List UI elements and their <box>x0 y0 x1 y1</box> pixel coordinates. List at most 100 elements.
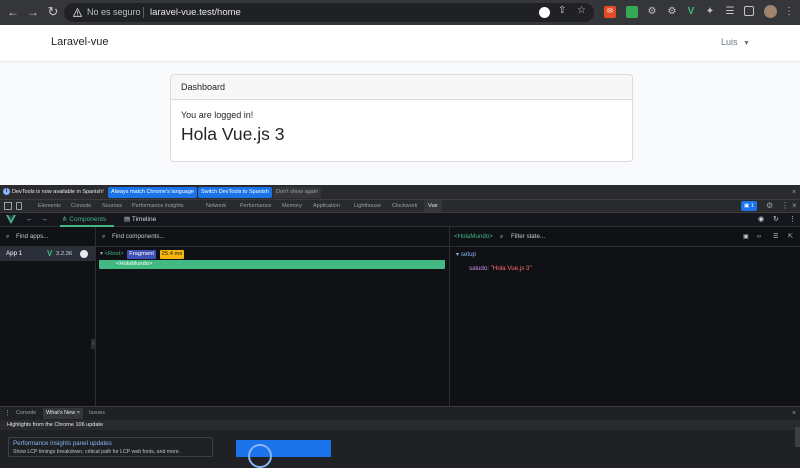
bookmark-star-icon[interactable]: ☆ <box>577 5 586 16</box>
close-tab-icon[interactable]: × <box>77 410 80 416</box>
screenshot-icon[interactable]: ▣ <box>743 227 749 247</box>
tab-sources[interactable]: Sources <box>102 200 122 212</box>
user-name: Luis <box>721 37 738 47</box>
language-infobar: i DevTools is now available in Spanish! … <box>0 185 800 200</box>
drawer-tab-console[interactable]: Console <box>16 408 36 419</box>
gear-extension-2-icon[interactable]: ⚙ <box>666 6 678 18</box>
navbar: Laravel-vue Luis ▼ <box>0 25 800 61</box>
user-dropdown[interactable]: Luis ▼ <box>721 25 750 61</box>
tab-lighthouse[interactable]: Lighthouse <box>354 200 381 212</box>
more-vert-icon[interactable]: ⋮ <box>789 213 796 227</box>
close-devtools-icon[interactable]: × <box>792 200 797 212</box>
drawer-tab-issues[interactable]: Issues <box>89 408 105 419</box>
root-label-wrap: <Root> <box>104 251 124 257</box>
issues-icon: ▣ <box>744 203 750 209</box>
app-settings-icon[interactable] <box>80 250 88 258</box>
whats-new-card[interactable]: Performance insights panel updates Show … <box>8 437 213 457</box>
device-toolbar-icon[interactable] <box>16 202 22 210</box>
target-icon[interactable]: ◉ <box>758 213 764 227</box>
whats-new-thumbnail <box>236 440 331 468</box>
devtools-tab-bar: Elements Console Sources Performance ins… <box>0 200 800 213</box>
code-icon[interactable]: ‹› <box>757 227 761 247</box>
address-bar[interactable]: No es seguro laravel-vue.test/home ⇪ ☆ <box>64 3 594 22</box>
settings-gear-icon[interactable]: ⚙ <box>766 200 773 212</box>
vue-devtools-icon[interactable]: V <box>685 6 697 18</box>
filter-state-input[interactable]: Filter state... <box>511 227 545 247</box>
menu-icon[interactable]: ⋮ <box>783 6 795 18</box>
switch-language-button[interactable]: Switch DevTools to Spanish <box>198 187 272 198</box>
divider <box>143 7 144 18</box>
share-icon[interactable]: ⇪ <box>558 5 566 16</box>
state-section[interactable]: ▾ setup <box>456 250 476 259</box>
components-tab-label: Components <box>69 216 107 223</box>
tab-memory[interactable]: Memory <box>282 200 302 212</box>
info-icon: i <box>3 188 10 195</box>
puzzle-icon[interactable]: ✦ <box>704 6 716 18</box>
tab-clockwork[interactable]: Clockwork <box>392 200 417 212</box>
collapse-handle-icon[interactable]: ‹ <box>91 339 96 349</box>
tab-vue[interactable]: Vue <box>424 200 442 212</box>
reload-icon[interactable]: ↻ <box>45 4 61 20</box>
devtools-panel: i DevTools is now available in Spanish! … <box>0 185 800 468</box>
drawer-scrollbar[interactable] <box>795 427 800 447</box>
reading-list-icon[interactable]: ☰ <box>724 6 736 18</box>
arrow-right-icon[interactable]: → <box>41 213 48 227</box>
card-link[interactable]: Performance insights panel updates <box>13 440 112 447</box>
state-entry[interactable]: saludo: "Hola Vue.js 3" <box>469 264 532 273</box>
column-divider[interactable] <box>449 227 450 406</box>
root-node[interactable]: ▾ <Root> Fragment 25.4 ms <box>100 250 185 259</box>
close-icon[interactable]: × <box>792 185 796 200</box>
tab-performance[interactable]: Performance <box>240 200 272 212</box>
thumbnail-circle <box>248 444 272 468</box>
infobar-message: DevTools is now available in Spanish! <box>12 189 104 195</box>
find-apps-row[interactable]: ⌕ Find apps... <box>0 227 95 247</box>
timeline-tab-label: Timeline <box>131 216 157 223</box>
tab-elements[interactable]: Elements <box>38 200 61 212</box>
more-options-icon[interactable]: ⋮ <box>781 200 789 212</box>
card-header: Dashboard <box>171 75 632 100</box>
tab-application[interactable]: Application <box>313 200 340 212</box>
page-viewport: Laravel-vue Luis ▼ Dashboard You are log… <box>0 25 800 185</box>
arrow-left-icon[interactable]: ← <box>26 213 33 227</box>
find-components-input[interactable]: Find components... <box>112 227 165 247</box>
profile-avatar[interactable] <box>764 5 777 18</box>
forward-icon[interactable]: → <box>25 4 41 20</box>
issues-badge[interactable]: ▣ 1 <box>741 201 757 211</box>
drawer-tab-whats-new[interactable]: What's New × <box>43 408 83 419</box>
navbar-brand[interactable]: Laravel-vue <box>51 25 108 59</box>
tab-console[interactable]: Console <box>71 200 91 212</box>
tab-timeline[interactable]: ▤ Timeline <box>124 213 156 227</box>
match-language-button[interactable]: Always match Chrome's language <box>108 187 197 198</box>
render-time-badge: 25.4 ms <box>159 250 185 259</box>
drawer-menu-icon[interactable]: ⋮ <box>4 409 11 418</box>
hello-heading: Hola Vue.js 3 <box>181 124 285 144</box>
side-panel-icon[interactable] <box>744 6 754 16</box>
list-icon[interactable]: ☰ <box>773 227 779 247</box>
column-divider[interactable] <box>95 227 96 406</box>
app-list-item[interactable]: App 1 V 3.2.36 <box>0 247 95 261</box>
gear-extension-icon[interactable]: ⚙ <box>646 6 658 18</box>
extension-red-icon[interactable]: ✉ <box>604 6 616 18</box>
back-icon[interactable]: ← <box>5 4 21 20</box>
selected-component-row[interactable]: <HolaMundo> <box>99 260 445 269</box>
highlights-text: Highlights from the Chrome 106 update <box>7 422 103 428</box>
google-lens-icon[interactable] <box>539 7 550 18</box>
tab-performance-insights[interactable]: Performance insights <box>132 200 184 212</box>
tab-network[interactable]: Network <box>206 200 226 212</box>
state-value[interactable]: "Hola Vue.js 3" <box>491 265 532 272</box>
find-components-row[interactable]: ⌕ Find components... <box>96 227 449 247</box>
open-in-editor-icon[interactable]: ⇱ <box>788 227 793 247</box>
search-icon: ⌕ <box>6 233 10 240</box>
inspect-element-icon[interactable] <box>4 202 12 210</box>
find-apps-input[interactable]: Find apps... <box>16 227 48 247</box>
refresh-icon[interactable]: ↻ <box>773 213 779 227</box>
selected-component-name: <HolaMundo> <box>454 233 493 240</box>
search-icon: ⌕ <box>102 233 106 240</box>
dont-show-again-button[interactable]: Don't show again <box>273 187 322 198</box>
url-text[interactable]: laravel-vue.test/home <box>150 3 241 22</box>
timeline-icon: ▤ <box>124 216 131 223</box>
drive-icon[interactable] <box>626 6 638 18</box>
fragment-badge: Fragment <box>127 250 157 259</box>
dashboard-card: Dashboard You are logged in! Hola Vue.js… <box>170 74 633 162</box>
close-drawer-icon[interactable]: × <box>792 408 796 419</box>
